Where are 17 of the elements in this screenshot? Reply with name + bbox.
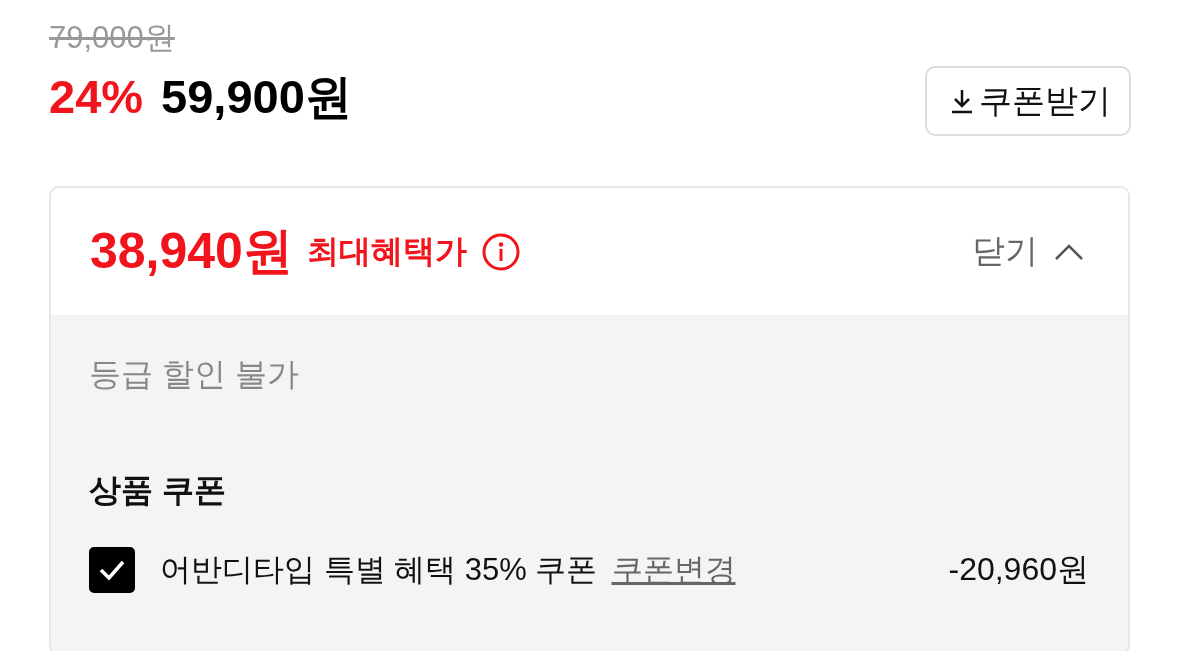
section-title: 상품 쿠폰: [89, 471, 227, 510]
chevron-up-icon: [1054, 242, 1084, 261]
download-icon: [949, 87, 975, 115]
coupon-download-button[interactable]: 쿠폰받기: [925, 66, 1131, 136]
coupon-name: 어반디타입 특별 혜택 35% 쿠폰: [160, 551, 598, 589]
change-coupon-link[interactable]: 쿠폰변경: [611, 549, 736, 591]
discount-rate: 24%: [49, 69, 144, 125]
benefit-label: 최대혜택가: [306, 231, 467, 271]
info-icon[interactable]: [480, 231, 521, 272]
coupon-checkbox[interactable]: [89, 547, 135, 593]
original-price: 79,000원: [49, 19, 175, 57]
close-toggle[interactable]: 닫기: [972, 229, 1084, 274]
sale-price: 59,900원: [161, 69, 352, 125]
benefit-price: 38,940원: [90, 222, 293, 281]
coupon-amount: -20,960원: [948, 550, 1089, 589]
grade-discount-notice: 등급 할인 불가: [89, 355, 300, 394]
checkmark-icon: [98, 559, 126, 581]
